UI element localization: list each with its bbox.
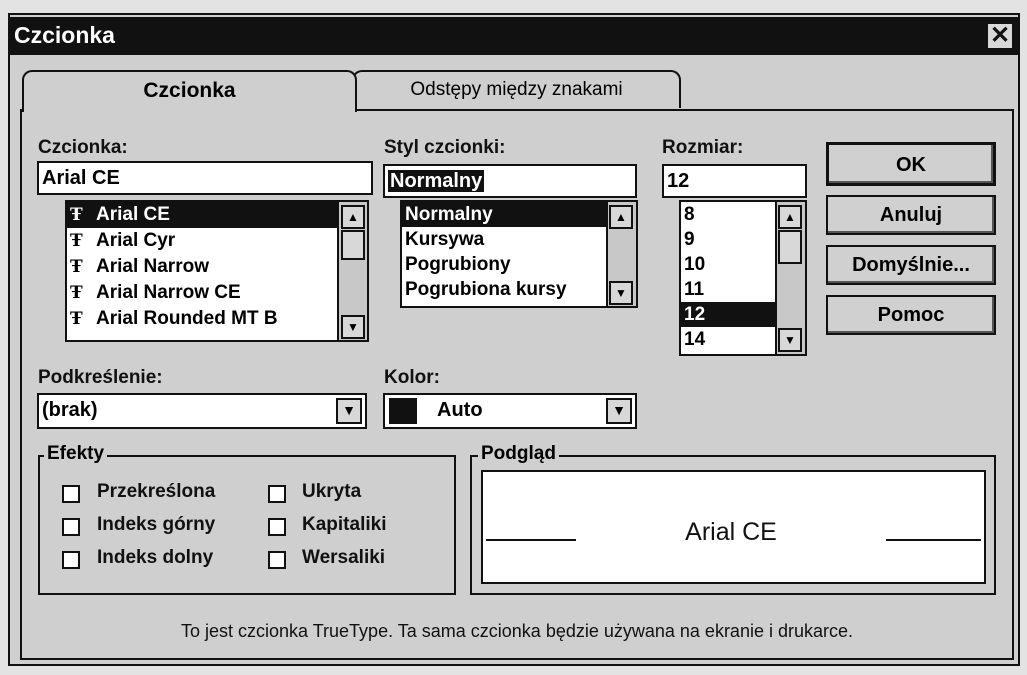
style-input[interactable]: Normalny bbox=[383, 164, 637, 198]
close-button[interactable]: ✕ bbox=[986, 22, 1014, 50]
size-input[interactable]: 12 bbox=[662, 164, 807, 198]
tab-odstepy-label: Odstępy między znakami bbox=[410, 79, 623, 100]
effects-legend: Efekty bbox=[44, 443, 108, 465]
tab-czcionka-label: Czcionka bbox=[143, 79, 236, 102]
size-scroll-up[interactable]: ▲ bbox=[778, 205, 802, 229]
small-caps-checkbox[interactable] bbox=[268, 518, 286, 536]
preview-legend: Podgląd bbox=[478, 443, 559, 465]
cancel-button[interactable]: Anuluj bbox=[826, 195, 996, 235]
style-input-text: Normalny bbox=[388, 170, 485, 192]
font-list-item[interactable]: Ŧ Arial Narrow bbox=[67, 254, 367, 280]
font-list-item[interactable]: Ŧ Arial Cyr bbox=[67, 228, 367, 254]
truetype-icon: Ŧ bbox=[70, 309, 83, 329]
strikethrough-checkbox[interactable] bbox=[62, 485, 80, 503]
strikethrough-label: Przekreślona bbox=[97, 481, 216, 502]
font-label: Czcionka: bbox=[38, 137, 128, 158]
style-list-item[interactable]: Pogrubiony bbox=[402, 252, 636, 277]
truetype-info: To jest czcionka TrueType. Ta sama czcio… bbox=[180, 621, 853, 641]
style-scroll-down[interactable]: ▼ bbox=[609, 281, 633, 305]
style-list-item-label: Pogrubiona kursy bbox=[405, 279, 567, 300]
font-list-item[interactable]: Ŧ Arial Narrow CE bbox=[67, 280, 367, 306]
style-label: Styl czcionki: bbox=[384, 137, 506, 158]
size-list-item-label: 9 bbox=[684, 229, 695, 250]
tab-odstepy[interactable]: Odstępy między znakami bbox=[352, 70, 681, 108]
ok-button[interactable]: OK bbox=[826, 142, 996, 186]
font-scroll-down[interactable]: ▼ bbox=[341, 315, 365, 339]
size-scroll-down[interactable]: ▼ bbox=[778, 328, 802, 352]
size-list-item-label: 11 bbox=[684, 279, 705, 300]
font-scroll-up[interactable]: ▲ bbox=[341, 205, 365, 229]
size-list-item-label: 8 bbox=[684, 204, 695, 225]
superscript-label: Indeks górny bbox=[97, 514, 216, 535]
font-list-item-label: Arial Cyr bbox=[96, 230, 176, 251]
style-list-item[interactable]: Normalny bbox=[402, 202, 636, 227]
size-list-item-label: 14 bbox=[684, 329, 706, 350]
truetype-icon: Ŧ bbox=[70, 257, 83, 277]
preview-left-line bbox=[486, 539, 576, 541]
title-bar bbox=[8, 17, 1020, 55]
small-caps-label: Kapitaliki bbox=[302, 514, 387, 535]
style-list-item[interactable]: Kursywa bbox=[402, 227, 636, 252]
size-list-item-label: 12 bbox=[684, 304, 706, 325]
style-list[interactable]: Normalny Kursywa Pogrubiony Pogrubiona kurs… bbox=[400, 200, 638, 308]
all-caps-checkbox[interactable] bbox=[268, 551, 286, 569]
font-list[interactable]: Ŧ Arial CE Ŧ Arial Cyr Ŧ Arial Narrow Ŧ Arial N… bbox=[65, 200, 369, 342]
color-select[interactable]: Auto bbox=[383, 393, 637, 429]
style-scroll-up[interactable]: ▲ bbox=[609, 205, 633, 229]
style-list-item[interactable]: Pogrubiona kursy bbox=[402, 277, 636, 302]
font-scroll-thumb[interactable] bbox=[341, 230, 365, 260]
underline-dropdown-chevron-icon[interactable]: ▼ bbox=[336, 398, 362, 424]
size-scroll-thumb[interactable] bbox=[778, 230, 802, 264]
default-button[interactable]: Domyślnie... bbox=[826, 245, 996, 285]
font-list-item-label: Arial Narrow CE bbox=[96, 282, 241, 303]
tab-czcionka[interactable]: Czcionka bbox=[22, 70, 357, 112]
size-list-item-label: 10 bbox=[684, 254, 706, 275]
subscript-checkbox[interactable] bbox=[62, 551, 80, 569]
superscript-checkbox[interactable] bbox=[62, 518, 80, 536]
hidden-checkbox[interactable] bbox=[268, 485, 286, 503]
color-label: Kolor: bbox=[384, 367, 440, 388]
help-button[interactable]: Pomoc bbox=[826, 295, 996, 335]
font-list-item-label: Arial CE bbox=[96, 204, 170, 225]
color-swatch bbox=[389, 398, 417, 424]
subscript-label: Indeks dolny bbox=[97, 547, 214, 568]
truetype-icon: Ŧ bbox=[70, 231, 83, 251]
underline-select[interactable]: (brak) bbox=[37, 393, 367, 429]
preview-right-line bbox=[886, 539, 981, 541]
style-list-item-label: Pogrubiony bbox=[405, 254, 511, 275]
color-dropdown-chevron-icon[interactable]: ▼ bbox=[606, 398, 632, 424]
size-label: Rozmiar: bbox=[662, 137, 744, 158]
hidden-label: Ukryta bbox=[302, 481, 362, 502]
style-list-item-label: Normalny bbox=[405, 204, 493, 225]
font-input[interactable]: Arial CE bbox=[37, 161, 373, 195]
truetype-icon: Ŧ bbox=[70, 283, 83, 303]
underline-label: Podkreślenie: bbox=[38, 367, 163, 388]
truetype-icon: Ŧ bbox=[70, 205, 83, 225]
dialog-title: Czcionka bbox=[14, 22, 115, 48]
font-list-item-label: Arial Rounded MT B bbox=[96, 308, 278, 329]
font-list-item[interactable]: Ŧ Arial CE bbox=[67, 202, 367, 228]
all-caps-label: Wersaliki bbox=[302, 547, 386, 568]
font-list-item[interactable]: Ŧ Arial Rounded MT B bbox=[67, 306, 367, 332]
preview-text: Arial CE bbox=[685, 518, 777, 546]
font-list-item-label: Arial Narrow bbox=[96, 256, 209, 277]
style-list-item-label: Kursywa bbox=[405, 229, 485, 250]
